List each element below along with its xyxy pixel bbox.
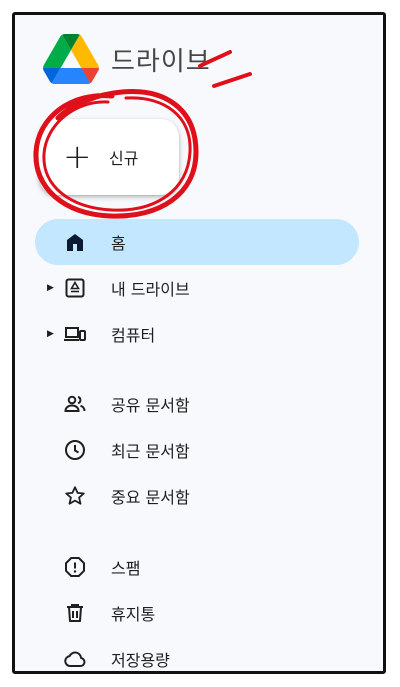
nav-item-label: 휴지통 [111,605,156,624]
shared-people-icon [63,392,87,416]
drive-sidebar: 드라이브 + 신규 홈 ▶ 내 드라이브 ▶ 컴퓨터 공유 문서함 최근 문서함… [12,12,386,674]
new-button[interactable]: + 신규 [39,119,179,195]
computers-icon [63,322,87,346]
expand-caret-icon[interactable]: ▶ [47,329,54,339]
nav-item-shared[interactable]: 공유 문서함 [35,381,359,427]
plus-icon: + [63,137,92,177]
home-icon [63,230,87,254]
nav-item-label: 최근 문서함 [111,442,190,461]
nav-item-label: 내 드라이브 [111,280,190,299]
nav-item-label: 공유 문서함 [111,396,190,415]
trash-icon [63,601,87,625]
app-title: 드라이브 [111,46,211,77]
nav-item-recent[interactable]: 최근 문서함 [35,427,359,473]
drive-logo-link[interactable]: 드라이브 [43,33,211,85]
star-icon [63,484,87,508]
spam-icon [63,555,87,579]
nav-item-trash[interactable]: 휴지통 [35,590,359,636]
nav-item-starred[interactable]: 중요 문서함 [35,473,359,519]
nav-item-spam[interactable]: 스팸 [35,544,359,590]
nav-item-storage[interactable]: 저장용량 [35,636,359,671]
expand-caret-icon[interactable]: ▶ [47,283,54,293]
nav-item-my-drive[interactable]: ▶ 내 드라이브 [35,265,359,311]
nav-item-computers[interactable]: ▶ 컴퓨터 [35,311,359,357]
nav-item-label: 홈 [111,234,126,253]
cloud-icon [63,647,87,671]
clock-icon [63,438,87,462]
nav-item-label: 스팸 [111,559,141,578]
nav-item-label: 저장용량 [111,651,170,670]
nav-item-label: 중요 문서함 [111,488,190,507]
nav-item-home[interactable]: 홈 [35,219,359,265]
nav-item-label: 컴퓨터 [111,326,156,345]
my-drive-icon [63,276,87,300]
new-button-label: 신규 [109,149,139,168]
google-drive-logo-icon [43,34,99,84]
